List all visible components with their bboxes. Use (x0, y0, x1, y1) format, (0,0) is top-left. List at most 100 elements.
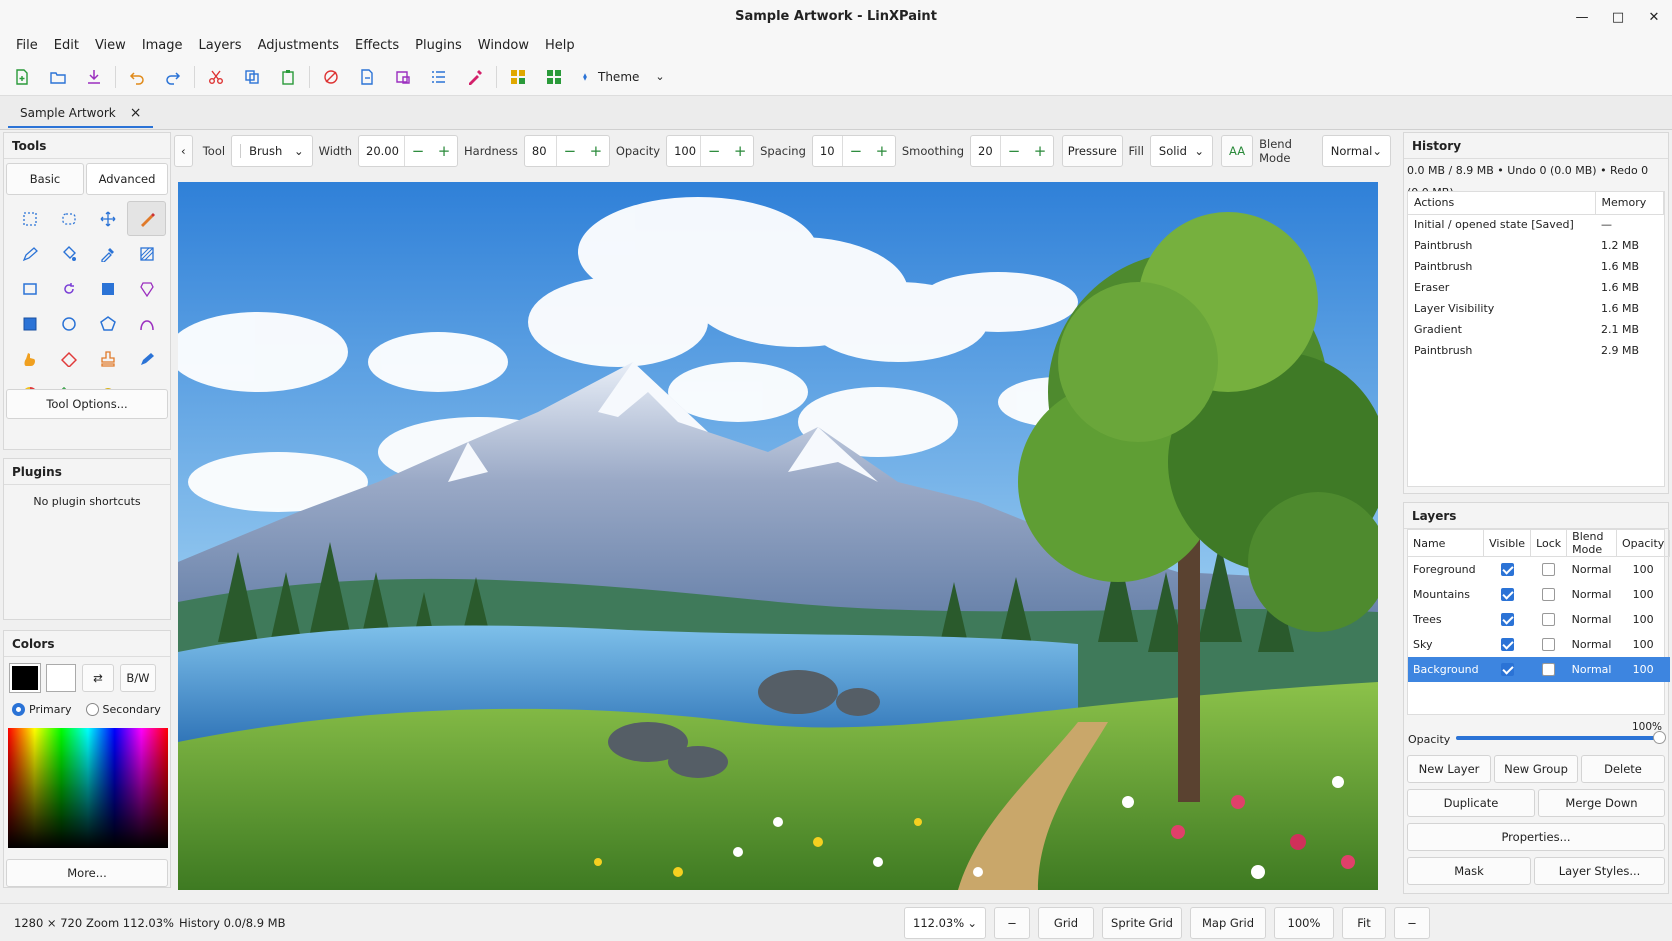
plus-icon[interactable]: + (727, 136, 753, 166)
lock-checkbox[interactable] (1542, 587, 1556, 601)
history-row[interactable]: Paintbrush 1.2 MB (1408, 235, 1664, 256)
menu-plugins[interactable]: Plugins (407, 34, 470, 58)
hardness-stepper[interactable]: 80− + (523, 135, 610, 167)
visible-checkbox[interactable] (1500, 637, 1514, 651)
polygon-icon[interactable] (88, 306, 127, 341)
rotate-icon[interactable] (49, 271, 88, 306)
smudge-icon[interactable] (10, 341, 49, 376)
pressure-button[interactable]: Pressure (1062, 135, 1123, 167)
pen-icon[interactable] (127, 341, 166, 376)
spacing-value[interactable]: 10 (813, 136, 843, 166)
history-row[interactable]: Paintbrush 2.9 MB (1408, 340, 1664, 361)
copy-icon[interactable] (234, 58, 270, 96)
layer-row-background[interactable]: Background Normal 100 (1408, 656, 1670, 682)
plus-icon[interactable]: + (583, 136, 609, 166)
fill-rect-shape-icon[interactable] (10, 306, 49, 341)
lock-checkbox[interactable] (1542, 662, 1556, 676)
visible-checkbox[interactable] (1500, 587, 1514, 601)
opacity-value[interactable]: 100 (667, 136, 702, 166)
layer-row-trees[interactable]: Trees Normal 100 (1408, 607, 1670, 632)
minus-icon[interactable]: − (557, 136, 583, 166)
mask-button[interactable]: Mask (1407, 857, 1531, 885)
layer-opacity-handle[interactable] (1653, 731, 1666, 744)
fit-button[interactable]: Fit (1342, 907, 1386, 939)
lasso-select-icon[interactable] (49, 201, 88, 236)
gradient-icon[interactable] (127, 236, 166, 271)
eyedropper-icon[interactable] (88, 236, 127, 271)
curve-icon[interactable] (127, 306, 166, 341)
history-row[interactable]: Eraser 1.6 MB (1408, 277, 1664, 298)
menu-layers[interactable]: Layers (191, 34, 250, 58)
layer-opacity-slider[interactable] (1456, 731, 1666, 744)
plus-icon[interactable]: + (1027, 136, 1053, 166)
smoothing-value[interactable]: 20 (971, 136, 1002, 166)
hardness-value[interactable]: 80 (525, 136, 557, 166)
filled-rect-icon[interactable] (88, 271, 127, 306)
minus-icon[interactable]: − (843, 136, 869, 166)
theme-label[interactable]: Theme (598, 70, 639, 84)
plus-icon[interactable]: + (869, 136, 895, 166)
minus-icon[interactable]: − (701, 136, 727, 166)
menu-effects[interactable]: Effects (347, 34, 407, 58)
menu-help[interactable]: Help (537, 34, 583, 58)
visible-checkbox[interactable] (1500, 612, 1514, 626)
stamp-icon[interactable] (88, 341, 127, 376)
secondary-radio[interactable] (85, 703, 99, 716)
history-row[interactable]: Gradient 2.1 MB (1408, 319, 1664, 340)
save-download-icon[interactable] (76, 58, 112, 96)
undo-icon[interactable] (119, 58, 155, 96)
new-file-icon[interactable] (4, 58, 40, 96)
antialias-button[interactable]: AA (1221, 135, 1254, 167)
minus-icon[interactable]: − (1001, 136, 1027, 166)
layer-row-sky[interactable]: Sky Normal 100 (1408, 632, 1670, 657)
menu-adjustments[interactable]: Adjustments (250, 34, 347, 58)
zoom-dropdown[interactable]: 112.03% ⌄ (904, 907, 986, 939)
visible-checkbox[interactable] (1500, 563, 1514, 576)
layer-properties-button[interactable]: Properties... (1407, 823, 1665, 851)
maximize-button[interactable]: □ (1600, 0, 1636, 34)
color-spectrum-picker[interactable] (8, 728, 168, 848)
brush-icon[interactable] (127, 201, 166, 236)
lock-checkbox[interactable] (1542, 612, 1556, 626)
zoom-100-button[interactable]: 100% (1274, 907, 1334, 939)
drawing-canvas[interactable] (178, 182, 1378, 890)
tile-icon[interactable] (536, 58, 572, 96)
rect-select-icon[interactable] (10, 201, 49, 236)
history-row[interactable]: Paintbrush 1.6 MB (1408, 256, 1664, 277)
open-folder-icon[interactable] (40, 58, 76, 96)
smoothing-stepper[interactable]: 20− + (970, 135, 1055, 167)
lock-checkbox[interactable] (1542, 637, 1556, 651)
sprite-grid-button[interactable]: Sprite Grid (1102, 907, 1182, 939)
menu-window[interactable]: Window (470, 34, 537, 58)
zoom-in-button[interactable]: − (1394, 907, 1430, 939)
bucket-fill-icon[interactable] (49, 236, 88, 271)
theme-icon[interactable] (572, 58, 598, 96)
opacity-stepper[interactable]: 100− + (666, 135, 755, 167)
spacing-stepper[interactable]: 10− + (811, 135, 896, 167)
fill-dropdown[interactable]: Solid ⌄ (1149, 135, 1214, 167)
merge-down-button[interactable]: Merge Down (1538, 789, 1665, 817)
more-colors-button[interactable]: More... (6, 859, 168, 887)
close-window-button[interactable]: ✕ (1636, 0, 1672, 34)
delete-layer-button[interactable]: Delete (1581, 755, 1665, 783)
bw-button[interactable]: B/W (120, 664, 156, 692)
map-grid-button[interactable]: Map Grid (1190, 907, 1266, 939)
primary-color-swatch[interactable] (9, 663, 41, 693)
document-tab[interactable]: Sample Artwork × (8, 100, 154, 128)
paste-icon[interactable] (270, 58, 306, 96)
history-row[interactable]: Initial / opened state [Saved] — (1408, 214, 1664, 235)
grid-layout-icon[interactable] (500, 58, 536, 96)
gem-icon[interactable] (127, 271, 166, 306)
primary-radio[interactable] (12, 703, 25, 716)
crop-icon[interactable] (385, 58, 421, 96)
width-value[interactable]: 20.00 (359, 136, 405, 166)
tool-dropdown[interactable]: Brush ⌄ (231, 135, 313, 167)
list-icon[interactable] (421, 58, 457, 96)
plus-icon[interactable]: + (431, 136, 457, 166)
history-row[interactable]: Layer Visibility 1.6 MB (1408, 298, 1664, 319)
width-stepper[interactable]: 20.00− + (358, 135, 458, 167)
layer-styles-button[interactable]: Layer Styles... (1534, 857, 1665, 885)
new-layer-button[interactable]: New Layer (1407, 755, 1491, 783)
move-icon[interactable] (88, 201, 127, 236)
close-tab-icon[interactable]: × (130, 105, 142, 121)
